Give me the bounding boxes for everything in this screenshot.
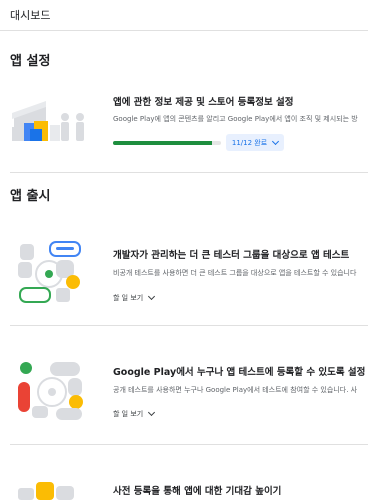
view-tasks-button-1[interactable]: 할 일 보기 xyxy=(113,292,156,303)
release-card-2-title[interactable]: Google Play에서 누구나 앱 테스트에 등록할 수 있도록 설정 xyxy=(113,364,365,378)
section-title-app-setup: 앱 설정 xyxy=(10,54,51,69)
card-divider xyxy=(10,444,368,445)
chevron-down-icon xyxy=(148,408,156,417)
chevron-down-icon xyxy=(148,292,156,301)
release-card-1-description: 비공개 테스트를 사용하면 더 큰 테스트 그룹을 대상으로 앱을 테스트할 수… xyxy=(113,269,357,277)
section-title-app-release: 앱 출시 xyxy=(10,189,51,204)
setup-progress-bar xyxy=(113,141,221,145)
release-card-3-title[interactable]: 사전 등록을 통해 앱에 대한 기대감 높이기 xyxy=(113,483,281,497)
setup-card-title[interactable]: 앱에 관한 정보 제공 및 스토어 등록정보 설정 xyxy=(113,94,293,108)
chevron-down-icon xyxy=(272,137,280,145)
setup-progress-fill xyxy=(113,141,212,145)
view-tasks-button-2[interactable]: 할 일 보기 xyxy=(113,408,156,419)
progress-dropdown-button[interactable]: 11/12 완료 xyxy=(226,134,284,151)
view-tasks-label: 할 일 보기 xyxy=(113,410,144,418)
setup-card-description: Google Play에 앱의 콘텐츠를 알리고 Google Play에서 앱… xyxy=(113,115,358,123)
top-bar: 대시보드 xyxy=(0,0,368,31)
store-listing-illustration xyxy=(12,101,84,141)
view-tasks-label: 할 일 보기 xyxy=(113,294,144,302)
section-divider xyxy=(10,172,368,173)
release-card-1-title[interactable]: 개발자가 관리하는 더 큰 테스터 그룹을 대상으로 앱 테스트 xyxy=(113,247,349,261)
release-card-2-description: 공개 테스트를 사용하면 누구나 Google Play에서 테스트에 참여할 … xyxy=(113,386,358,394)
open-testing-illustration xyxy=(18,362,83,420)
closed-testing-illustration xyxy=(18,241,81,303)
progress-label: 11/12 완료 xyxy=(231,138,268,147)
card-divider xyxy=(10,325,368,326)
breadcrumb[interactable]: 대시보드 xyxy=(10,7,50,23)
pre-registration-illustration xyxy=(18,482,74,500)
